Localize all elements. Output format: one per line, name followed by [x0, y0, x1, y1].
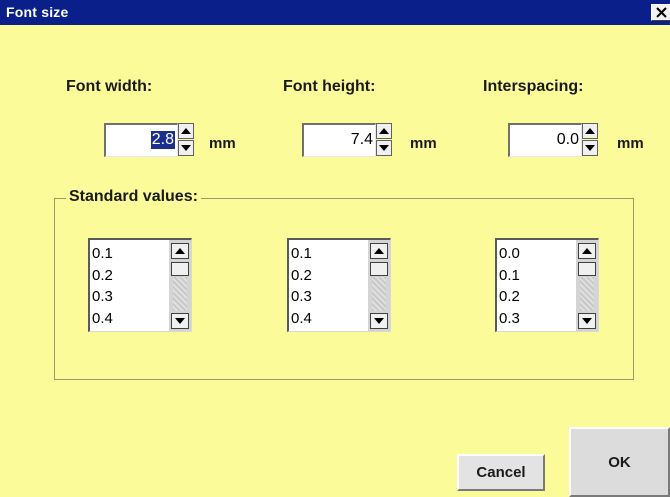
interspacing-value: 0.0 [556, 131, 579, 148]
arrow-up-icon [582, 248, 592, 254]
list-item[interactable]: 0.2 [291, 265, 312, 287]
close-icon [655, 7, 667, 18]
list-item[interactable]: 0.4 [92, 308, 113, 330]
interspacing-label: Interspacing: [483, 78, 584, 95]
arrow-up-icon [181, 128, 191, 134]
interspacing-input[interactable]: 0.0 [508, 123, 582, 157]
list-item[interactable]: 0.4 [291, 308, 312, 330]
list-item[interactable]: 0.3 [92, 286, 113, 308]
scrollbar[interactable] [368, 240, 390, 331]
standard-values-label: Standard values: [66, 188, 201, 206]
window-title: Font size [6, 4, 69, 20]
scroll-down-button[interactable] [370, 313, 388, 329]
cancel-button[interactable]: Cancel [457, 454, 545, 491]
scroll-up-button[interactable] [171, 243, 189, 259]
list-item[interactable]: 0.2 [499, 286, 520, 308]
font-width-standard-list[interactable]: 0.1 0.2 0.3 0.4 [88, 238, 192, 332]
font-width-input[interactable]: 2.8 [104, 123, 178, 157]
arrow-down-icon [585, 145, 595, 151]
scroll-thumb[interactable] [171, 262, 189, 276]
font-height-input[interactable]: 7.4 [302, 123, 376, 157]
arrow-down-icon [379, 145, 389, 151]
scroll-track[interactable] [173, 277, 187, 311]
list-item[interactable]: 0.1 [92, 243, 113, 265]
interspacing-spinner[interactable] [582, 123, 598, 157]
interspacing-increment-button[interactable] [582, 123, 598, 139]
font-width-decrement-button[interactable] [178, 140, 194, 156]
title-bar[interactable]: Font size [0, 0, 670, 25]
font-size-dialog: Font size Font width: 2.8 mm Font height… [0, 0, 670, 497]
scroll-down-button[interactable] [171, 313, 189, 329]
arrow-up-icon [585, 128, 595, 134]
list-item[interactable]: 0.2 [92, 265, 113, 287]
arrow-up-icon [175, 248, 185, 254]
font-height-label: Font height: [283, 78, 376, 95]
font-height-decrement-button[interactable] [376, 140, 392, 156]
scrollbar[interactable] [576, 240, 598, 331]
interspacing-standard-list[interactable]: 0.0 0.1 0.2 0.3 [495, 238, 599, 332]
arrow-down-icon [374, 318, 384, 324]
arrow-up-icon [374, 248, 384, 254]
font-width-spinner[interactable] [178, 123, 194, 157]
font-width-value: 2.8 [150, 131, 175, 149]
font-height-value: 7.4 [350, 131, 373, 148]
list-item[interactable]: 0.1 [291, 243, 312, 265]
scroll-track[interactable] [580, 277, 594, 311]
list-item[interactable]: 0.3 [499, 308, 520, 330]
ok-button[interactable]: OK [569, 427, 670, 497]
scroll-track[interactable] [372, 277, 386, 311]
interspacing-unit: mm [617, 135, 644, 152]
scroll-down-button[interactable] [578, 313, 596, 329]
font-height-unit: mm [410, 135, 437, 152]
list-item[interactable]: 0.1 [499, 265, 520, 287]
arrow-down-icon [175, 318, 185, 324]
scroll-up-button[interactable] [578, 243, 596, 259]
font-height-standard-list[interactable]: 0.1 0.2 0.3 0.4 [287, 238, 391, 332]
arrow-down-icon [582, 318, 592, 324]
close-button[interactable] [651, 4, 670, 21]
font-height-increment-button[interactable] [376, 123, 392, 139]
font-width-increment-button[interactable] [178, 123, 194, 139]
font-width-unit: mm [209, 135, 236, 152]
scrollbar[interactable] [169, 240, 191, 331]
scroll-thumb[interactable] [578, 262, 596, 276]
list-item[interactable]: 0.0 [499, 243, 520, 265]
arrow-down-icon [181, 145, 191, 151]
arrow-up-icon [379, 128, 389, 134]
list-item[interactable]: 0.3 [291, 286, 312, 308]
font-width-label: Font width: [66, 78, 153, 95]
interspacing-decrement-button[interactable] [582, 140, 598, 156]
scroll-up-button[interactable] [370, 243, 388, 259]
scroll-thumb[interactable] [370, 262, 388, 276]
font-height-spinner[interactable] [376, 123, 392, 157]
